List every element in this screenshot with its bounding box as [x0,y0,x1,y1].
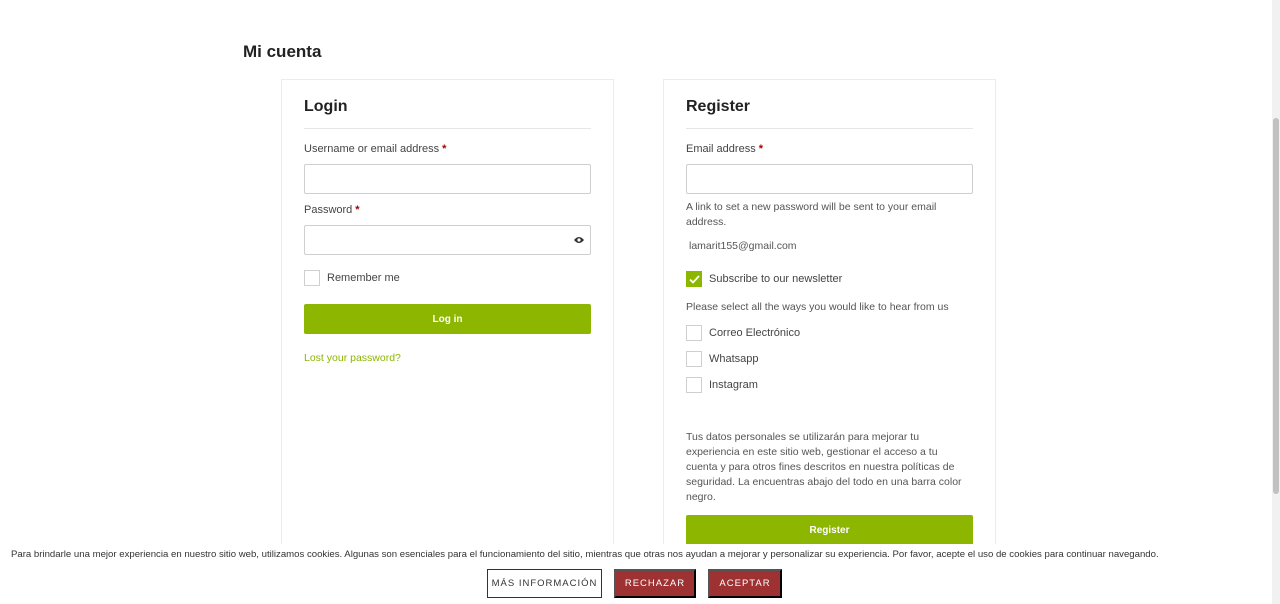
option-label: Whatsapp [709,353,759,365]
ways-prompt: Please select all the ways you would lik… [686,301,949,313]
login-title: Login [304,98,348,115]
login-button[interactable]: Log in [304,304,591,334]
cookie-text: Para brindarle una mejor experiencia en … [11,549,1159,560]
option-row[interactable]: Correo Electrónico [686,325,800,341]
cookie-bar: Para brindarle una mejor experiencia en … [0,544,1272,604]
login-divider [304,128,591,129]
option-row[interactable]: Whatsapp [686,351,759,367]
accept-button[interactable]: ACEPTAR [708,569,782,598]
register-panel: Register Email address * A link to set a … [663,79,996,559]
password-note: A link to set a new password will be sen… [686,201,937,228]
option-row[interactable]: Instagram [686,377,758,393]
scrollbar-thumb[interactable] [1273,118,1279,494]
checkmark-icon [688,274,700,284]
privacy-text: Tus datos personales se utilizarán para … [686,431,962,503]
option-email-checkbox[interactable] [686,325,702,341]
username-input[interactable] [304,164,591,194]
register-title: Register [686,98,751,115]
scrollbar[interactable] [1272,0,1280,604]
eye-icon[interactable] [574,236,584,244]
required-mark: * [442,143,447,155]
required-mark: * [355,204,360,216]
email-display: lamarit155@gmail.com [689,240,797,252]
username-label: Username or email address * [304,143,447,155]
email-input[interactable] [686,164,973,194]
password-label: Password * [304,204,360,216]
more-info-button[interactable]: MÁS INFORMACIÓN [487,569,602,598]
newsletter-label: Subscribe to our newsletter [709,273,843,285]
newsletter-row[interactable]: Subscribe to our newsletter [686,271,842,287]
login-panel: Login Username or email address * Passwor… [281,79,614,559]
password-input[interactable] [304,225,591,255]
register-button[interactable]: Register [686,515,973,545]
remember-me-checkbox[interactable] [304,270,320,286]
reject-button[interactable]: RECHAZAR [614,569,696,598]
newsletter-checkbox[interactable] [686,271,702,287]
register-divider [686,128,973,129]
remember-me-row[interactable]: Remember me [304,270,400,286]
remember-me-label: Remember me [327,272,400,284]
page-title: Mi cuenta [243,42,322,61]
option-instagram-checkbox[interactable] [686,377,702,393]
required-mark: * [758,143,763,155]
option-whatsapp-checkbox[interactable] [686,351,702,367]
option-label: Instagram [709,379,758,391]
option-label: Correo Electrónico [709,327,801,339]
email-label: Email address * [686,143,763,155]
lost-password-link[interactable]: Lost your password? [304,352,401,364]
